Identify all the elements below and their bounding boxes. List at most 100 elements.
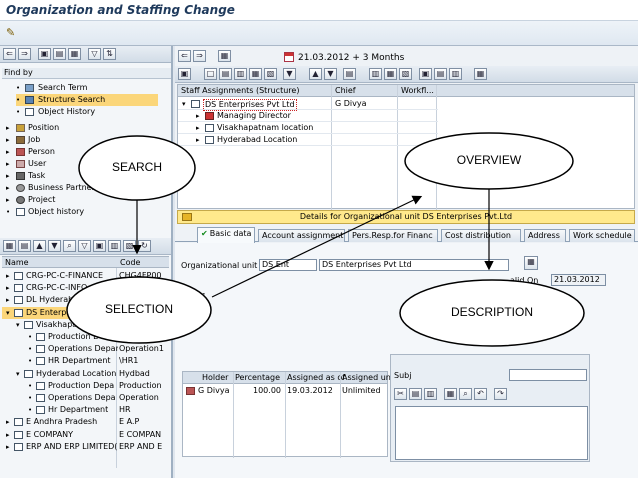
save-icon[interactable]: ▣: [38, 48, 51, 60]
hit-list-row[interactable]: • Production D: [2, 331, 169, 343]
holder-row[interactable]: G Divya 100.00 19.03.2012 Unlimited: [183, 385, 389, 397]
table-icon[interactable]: ▧: [399, 68, 412, 80]
grid-icon[interactable]: ▦: [218, 50, 231, 62]
hit-list-row[interactable]: • Operations Depa Operation: [2, 392, 169, 404]
detail-icon[interactable]: ▣: [419, 68, 432, 80]
chief-column-header[interactable]: Chief: [335, 86, 356, 95]
format-icon[interactable]: ▦: [444, 388, 457, 400]
expand-node-icon[interactable]: ▸: [6, 429, 12, 441]
list-icon[interactable]: ▥: [369, 68, 382, 80]
copy-text-icon[interactable]: ▤: [409, 388, 422, 400]
hit-list-row[interactable]: ▸ E COMPANY E COMPAN: [2, 429, 169, 441]
subject-dropdown[interactable]: [509, 369, 587, 381]
structure-row-org-unit[interactable]: ▾ DS Enterprises Pvt Ltd G Divya: [182, 98, 442, 111]
find-item-search-term[interactable]: • Search Term: [16, 82, 156, 94]
expand-node-icon[interactable]: ▸: [6, 270, 12, 282]
export-icon[interactable]: ▣: [93, 240, 106, 252]
print-icon[interactable]: ▦: [68, 48, 81, 60]
print-list-icon[interactable]: ▧: [123, 240, 136, 252]
paste-icon[interactable]: ▥: [424, 388, 437, 400]
forward-icon[interactable]: ⇒: [193, 50, 206, 62]
expand-node-icon[interactable]: ▸: [6, 282, 12, 294]
hit-list-row[interactable]: ▸ CRG-PC-C-INFO.: [2, 282, 169, 294]
move-up-icon[interactable]: ▲: [309, 68, 322, 80]
hit-list-row[interactable]: ▸ ERP AND ERP LIMITED(ERP AND E: [2, 441, 169, 453]
holder-column-header[interactable]: Holder: [202, 373, 228, 382]
undo-icon[interactable]: ↶: [474, 388, 487, 400]
hit-list-row[interactable]: ▾ Hyderabad Location Hydbad: [2, 368, 169, 380]
back-icon[interactable]: ⇐: [178, 50, 191, 62]
columns-icon[interactable]: ▦: [384, 68, 397, 80]
object-type-project[interactable]: ▸ Project: [6, 194, 156, 206]
expand-icon[interactable]: ▤: [343, 68, 356, 80]
delete-icon[interactable]: ▼: [283, 68, 296, 80]
redo-icon[interactable]: ↷: [494, 388, 507, 400]
attach-icon[interactable]: ▤: [434, 68, 447, 80]
tab-cost-distribution[interactable]: Cost distribution: [441, 229, 521, 242]
graph-icon[interactable]: ▦: [474, 68, 487, 80]
percentage-column-header[interactable]: Percentage: [235, 373, 280, 382]
expand-node-icon[interactable]: ▾: [6, 307, 12, 319]
hit-list-row[interactable]: ▸ CRG-PC-C-FINANCE CHG4FP00: [2, 270, 169, 282]
calendar-icon[interactable]: [284, 52, 294, 62]
copy-icon[interactable]: ▤: [53, 48, 66, 60]
details-icon[interactable]: ▤: [18, 240, 31, 252]
sort-ascending-icon[interactable]: ▲: [33, 240, 46, 252]
cut-icon[interactable]: ✂: [394, 388, 407, 400]
tab-address[interactable]: Address: [524, 229, 566, 242]
hit-list-row[interactable]: • Production Depa Production: [2, 380, 169, 392]
detail-view-icon[interactable]: ▦: [524, 256, 538, 270]
tab-pers-resp-financ[interactable]: Pers.Resp.for Financ: [348, 229, 438, 242]
object-type-position[interactable]: ▸ Position: [6, 122, 156, 134]
sort-icon[interactable]: ⇅: [103, 48, 116, 60]
expand-node-icon[interactable]: ▸: [6, 294, 12, 306]
structure-icon[interactable]: ▦: [249, 68, 262, 80]
expand-node-icon[interactable]: ▸: [6, 416, 12, 428]
structure-row-visakhapatnam[interactable]: ▸ Visakhapatnam location: [196, 122, 396, 134]
move-down-icon[interactable]: ▼: [324, 68, 337, 80]
edit-icon[interactable]: ▥: [234, 68, 247, 80]
hit-list-row[interactable]: • HR Department \HR1: [2, 355, 169, 367]
assigned-from-column-header[interactable]: Assigned as of: [287, 373, 345, 382]
select-all-icon[interactable]: ▦: [3, 240, 16, 252]
object-type-object-history[interactable]: • Object history: [6, 206, 156, 218]
hit-list-row[interactable]: • Hr Department HR: [2, 404, 169, 416]
expand-node-icon[interactable]: ▾: [16, 368, 22, 380]
back-arrow-icon[interactable]: ⇐: [3, 48, 16, 60]
structure-row-managing-director[interactable]: ▸ Managing Director: [196, 110, 396, 122]
copy-object-icon[interactable]: ▤: [219, 68, 232, 80]
filter-icon[interactable]: ▽: [88, 48, 101, 60]
expand-node-icon[interactable]: ▸: [6, 441, 12, 453]
tab-account-assignment[interactable]: Account assignment: [258, 229, 345, 242]
hit-list-row[interactable]: • Operations Depar Operation1: [2, 343, 169, 355]
refresh-icon[interactable]: ↻: [138, 240, 151, 252]
structure-row-hyderabad[interactable]: ▸ Hyderabad Location: [196, 134, 396, 146]
sort-descending-icon[interactable]: ▼: [48, 240, 61, 252]
new-icon[interactable]: □: [204, 68, 217, 80]
workflow-column-header[interactable]: Workfl...: [401, 86, 434, 95]
object-type-business-partner[interactable]: ▸ Business Partner: [6, 182, 156, 194]
filter-list-icon[interactable]: ▽: [78, 240, 91, 252]
tab-work-schedule[interactable]: Work schedule: [569, 229, 635, 242]
code-column-header[interactable]: Code: [120, 257, 140, 268]
assign-icon[interactable]: ▧: [264, 68, 277, 80]
report-icon[interactable]: ▥: [449, 68, 462, 80]
structure-column-header[interactable]: Staff Assignments (Structure): [181, 86, 299, 95]
org-unit-name-field[interactable]: DS Enterprises Pvt Ltd: [319, 259, 509, 271]
hit-list-row[interactable]: ▸ E Andhra Pradesh E A.P: [2, 416, 169, 428]
layout-icon[interactable]: ▥: [108, 240, 121, 252]
find-item-structure-search[interactable]: • Structure Search: [16, 94, 158, 106]
create-icon[interactable]: ▣: [178, 68, 191, 80]
name-column-header[interactable]: Name: [5, 257, 29, 268]
magic-wand-icon[interactable]: ✎: [6, 26, 20, 40]
find-item-object-history[interactable]: • Object History: [16, 106, 156, 118]
find-icon[interactable]: ⌕: [63, 240, 76, 252]
description-textarea[interactable]: [395, 406, 588, 460]
object-type-person[interactable]: ▸ Person: [6, 146, 156, 158]
tab-basic-data[interactable]: ✔ Basic data: [197, 227, 255, 243]
org-unit-code-field[interactable]: DS Ent: [259, 259, 317, 271]
forward-arrow-icon[interactable]: ⇒: [18, 48, 31, 60]
hit-list-row[interactable]: ▾ Visakhapa: [2, 319, 169, 331]
expand-node-icon[interactable]: ▾: [16, 319, 22, 331]
find-text-icon[interactable]: ⌕: [459, 388, 472, 400]
